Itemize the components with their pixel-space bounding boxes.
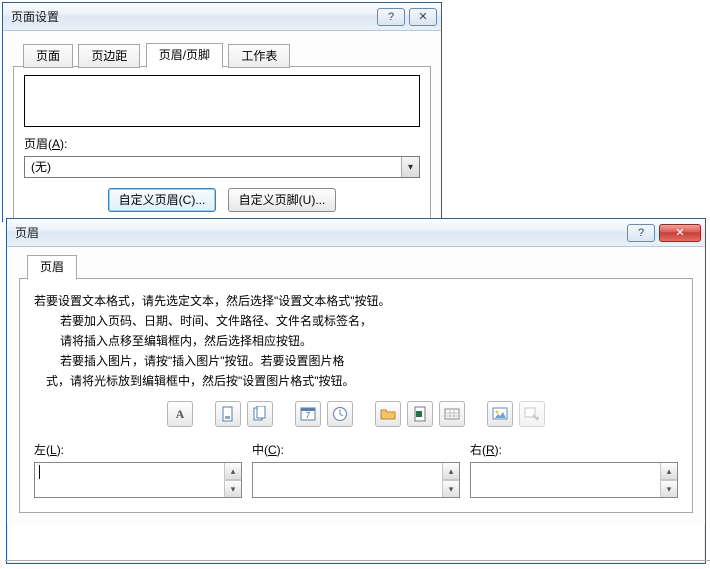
tab-margin[interactable]: 页边距 — [78, 44, 140, 68]
page-icon — [220, 406, 236, 422]
custom-footer-button[interactable]: 自定义页脚(U)... — [228, 188, 337, 212]
header-toolbar: A 7 — [34, 401, 678, 427]
left-section-label: 左(L): — [34, 441, 242, 458]
tab-header-footer[interactable]: 页眉/页脚 — [146, 43, 223, 68]
header-combo[interactable]: (无) ▾ — [24, 156, 420, 178]
scroll-up-icon[interactable]: ▴ — [443, 463, 459, 480]
format-picture-icon — [524, 406, 540, 422]
scrollbar[interactable]: ▴ ▾ — [660, 463, 677, 497]
picture-icon — [492, 406, 508, 422]
page-setup-title: 页面设置 — [11, 8, 59, 25]
page-setup-titlebar[interactable]: 页面设置 ? ✕ — [3, 3, 441, 31]
scroll-down-icon[interactable]: ▾ — [225, 480, 241, 497]
excel-file-icon — [412, 406, 428, 422]
center-section-label: 中(C): — [252, 441, 460, 458]
header-dialog-tabs: 页眉 — [19, 255, 693, 279]
insert-time-button[interactable] — [327, 401, 353, 427]
custom-header-button[interactable]: 自定义页眉(C)... — [108, 188, 217, 212]
scroll-down-icon[interactable]: ▾ — [443, 480, 459, 497]
header-titlebar[interactable]: 页眉 ? ✕ — [7, 219, 705, 247]
insert-pages-button[interactable] — [247, 401, 273, 427]
page-setup-tabs: 页面 页边距 页眉/页脚 工作表 — [13, 43, 431, 67]
scrollbar[interactable]: ▴ ▾ — [442, 463, 459, 497]
right-section-label: 右(R): — [470, 441, 678, 458]
header-combo-label: 页眉(A): — [24, 135, 420, 152]
tab-page[interactable]: 页面 — [23, 44, 73, 68]
folder-icon — [380, 406, 396, 422]
letter-a-icon: A — [176, 407, 185, 422]
right-section-input[interactable]: ▴ ▾ — [470, 462, 678, 498]
help-button[interactable]: ? — [627, 224, 655, 242]
close-button[interactable]: ✕ — [409, 8, 437, 26]
page-setup-dialog: 页面设置 ? ✕ 页面 页边距 页眉/页脚 工作表 页眉(A): (无) ▾ 自… — [2, 2, 442, 222]
insert-path-button[interactable] — [375, 401, 401, 427]
help-button[interactable]: ? — [377, 8, 405, 26]
format-text-button[interactable]: A — [167, 401, 193, 427]
close-button[interactable]: ✕ — [659, 224, 701, 242]
calendar-icon: 7 — [300, 406, 316, 422]
instructions-text: 若要设置文本格式，请先选定文本，然后选择"设置文本格式"按钮。 若要加入页码、日… — [34, 291, 678, 391]
header-panel: 若要设置文本格式，请先选定文本，然后选择"设置文本格式"按钮。 若要加入页码、日… — [19, 279, 693, 513]
tab-header[interactable]: 页眉 — [27, 255, 77, 280]
scroll-up-icon[interactable]: ▴ — [225, 463, 241, 480]
insert-page-number-button[interactable] — [215, 401, 241, 427]
svg-text:7: 7 — [306, 411, 311, 420]
insert-sheet-button[interactable] — [439, 401, 465, 427]
sheet-tab-icon — [444, 406, 460, 422]
header-dialog: 页眉 ? ✕ 页眉 若要设置文本格式，请先选定文本，然后选择"设置文本格式"按钮… — [6, 218, 706, 564]
pages-icon — [252, 406, 268, 422]
insert-date-button[interactable]: 7 — [295, 401, 321, 427]
format-picture-button[interactable] — [519, 401, 545, 427]
text-cursor — [39, 465, 40, 479]
header-combo-value: (无) — [25, 157, 401, 177]
header-dialog-title: 页眉 — [15, 224, 39, 241]
scroll-down-icon[interactable]: ▾ — [661, 480, 677, 497]
clock-icon — [332, 406, 348, 422]
center-section-input[interactable]: ▴ ▾ — [252, 462, 460, 498]
left-section-input[interactable]: ▴ ▾ — [34, 462, 242, 498]
header-preview — [24, 75, 420, 127]
insert-file-button[interactable] — [407, 401, 433, 427]
header-footer-panel: 页眉(A): (无) ▾ 自定义页眉(C)... 自定义页脚(U)... — [13, 67, 431, 221]
separator-line — [5, 560, 710, 561]
tab-sheet[interactable]: 工作表 — [228, 44, 290, 68]
insert-picture-button[interactable] — [487, 401, 513, 427]
scrollbar[interactable]: ▴ ▾ — [224, 463, 241, 497]
chevron-down-icon[interactable]: ▾ — [401, 157, 419, 177]
scroll-up-icon[interactable]: ▴ — [661, 463, 677, 480]
